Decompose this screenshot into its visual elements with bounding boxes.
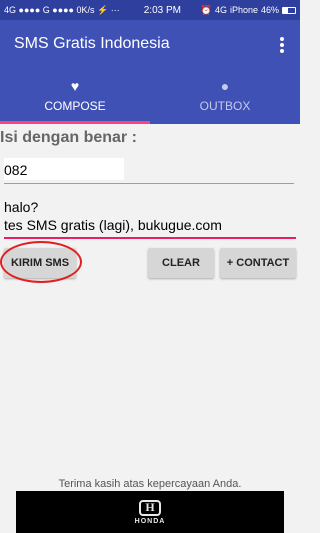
heart-icon: ♥	[70, 78, 80, 94]
app-title: SMS Gratis Indonesia	[14, 35, 170, 52]
tab-outbox-label: OUTBOX	[199, 99, 251, 113]
app-bar: SMS Gratis Indonesia	[0, 20, 300, 68]
alarm-icon: ⏰	[200, 4, 212, 15]
carrier-label: iPhone	[229, 5, 258, 15]
status-bar-signals: 4G ●●●● G ●●●● 0K/s ⚡ ···	[4, 4, 120, 15]
footer-thanks-text: Terima kasih atas kepercayaan Anda.	[58, 478, 242, 490]
tab-bar: ♥ COMPOSE ● OUTBOX	[0, 68, 300, 124]
status-bar: 4G ●●●● G ●●●● 0K/s ⚡ ··· 2:03 PM ⏰ 4G i…	[0, 0, 300, 20]
tab-compose-label: COMPOSE	[44, 99, 106, 113]
message-line-2: tes SMS gratis (lagi), bukugue.com	[4, 217, 222, 233]
person-icon: ●	[220, 78, 230, 94]
status-bar-right: ⏰ 4G iPhone 46%	[201, 5, 296, 16]
message-line-1: halo?	[4, 199, 39, 215]
message-field[interactable]: halo? tes SMS gratis (lagi), bukugue.com	[4, 199, 296, 239]
ad-banner[interactable]: HONDA	[16, 491, 284, 533]
tab-indicator	[0, 121, 150, 124]
battery-icon	[282, 6, 296, 14]
honda-logo-icon	[139, 499, 161, 516]
form-label: Isi dengan benar :	[0, 129, 137, 146]
network-label: 4G	[214, 5, 227, 15]
phone-number-field[interactable]: 082	[4, 158, 294, 184]
highlight-circle	[0, 241, 82, 283]
clear-button[interactable]: CLEAR	[148, 248, 214, 278]
status-time: 2:03 PM	[143, 4, 181, 16]
battery-percent: 46%	[260, 5, 279, 15]
tab-compose[interactable]: ♥ COMPOSE	[0, 68, 150, 124]
ad-brand-label: HONDA	[134, 517, 166, 525]
tab-outbox[interactable]: ● OUTBOX	[150, 68, 300, 124]
add-contact-button[interactable]: + CONTACT	[220, 248, 296, 278]
phone-number-value: 082	[4, 162, 28, 178]
overflow-menu-icon[interactable]	[274, 34, 290, 56]
